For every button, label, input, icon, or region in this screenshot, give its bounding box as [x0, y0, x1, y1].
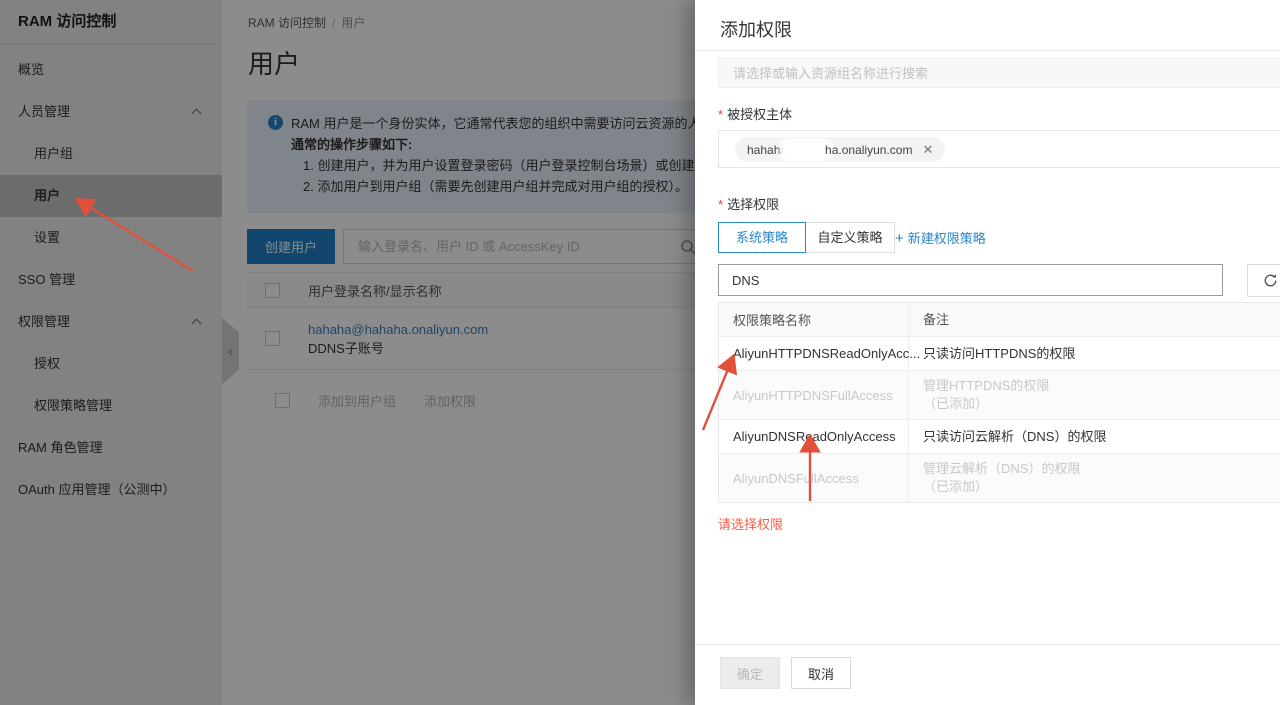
modal-dim-overlay[interactable] [0, 0, 695, 705]
policy-search-input[interactable] [718, 264, 1223, 296]
subject-label: * 被授权主体 [718, 107, 793, 122]
new-policy-link[interactable]: + 新建权限策略 [895, 228, 986, 247]
subject-input[interactable]: hahaha ha.onaliyun.com ✕ [718, 130, 1280, 168]
redaction-blur [783, 140, 830, 159]
cancel-button[interactable]: 取消 [791, 657, 851, 689]
drawer-title: 添加权限 [720, 20, 792, 40]
subject-tag-prefix: hahaha [747, 142, 788, 157]
policy-remark-header: 备注 [923, 311, 950, 327]
ram-console-page: { "colors": { "accent": "#2b87cb", "butt… [0, 0, 1280, 705]
required-mark: * [718, 107, 724, 122]
added-note: （已添加） [923, 396, 989, 411]
plus-icon: + [895, 230, 904, 247]
subject-tag: hahaha ha.onaliyun.com ✕ [735, 137, 946, 162]
policy-row[interactable]: AliyunHTTPDNSReadOnlyAcc... 只读访问HTTPDNS的… [719, 336, 1280, 370]
tab-custom-policy[interactable]: 自定义策略 [805, 222, 895, 253]
refresh-button[interactable] [1247, 264, 1280, 297]
added-note: （已添加） [923, 479, 989, 494]
policy-name-header: 权限策略名称 [719, 303, 909, 336]
required-mark: * [718, 197, 724, 212]
policy-table-header: 权限策略名称 备注 [719, 303, 1280, 336]
divider [695, 644, 1280, 645]
validation-error: 请选择权限 [718, 517, 784, 532]
add-permission-drawer: 添加权限 *被授权主体 hahaha ha.onaliyun.com ✕ *选择… [695, 0, 1280, 705]
refresh-icon [1264, 274, 1276, 287]
remove-subject-icon[interactable]: ✕ [922, 142, 933, 158]
policy-row-added: AliyunDNSFullAccess 管理云解析（DNS）的权限 （已添加） [719, 453, 1280, 502]
divider [695, 50, 1280, 51]
subject-tag-suffix: ha.onaliyun.com [825, 142, 913, 157]
tab-system-policy[interactable]: 系统策略 [718, 222, 806, 253]
policy-table: 权限策略名称 备注 AliyunHTTPDNSReadOnlyAcc... 只读… [718, 302, 1280, 503]
resource-group-select[interactable] [718, 58, 1280, 88]
policy-row[interactable]: AliyunDNSReadOnlyAccess 只读访问云解析（DNS）的权限 [719, 419, 1280, 453]
confirm-button[interactable]: 确定 [720, 657, 780, 689]
policy-row-added: AliyunHTTPDNSFullAccess 管理HTTPDNS的权限 （已添加… [719, 370, 1280, 419]
select-permission-label: * 选择权限 [718, 197, 780, 212]
